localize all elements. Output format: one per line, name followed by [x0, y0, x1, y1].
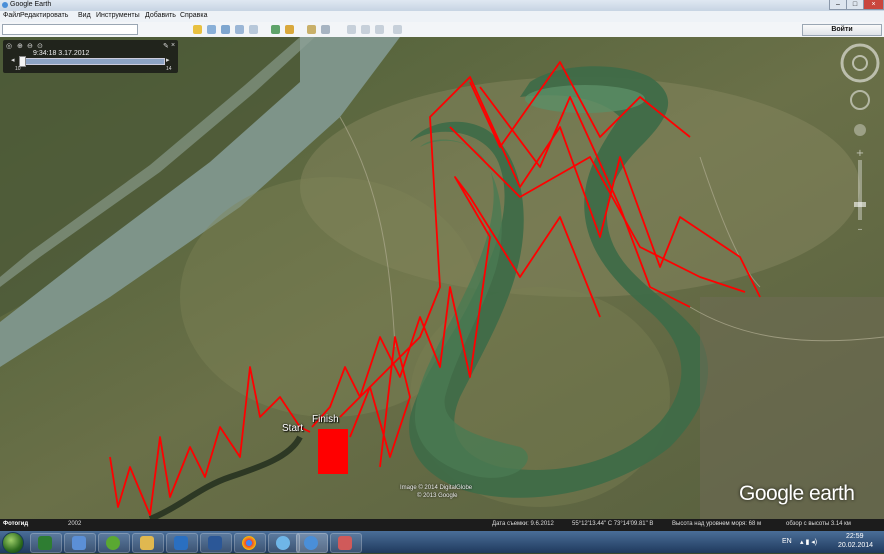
maximize-button[interactable]: □: [846, 0, 864, 10]
tray-icons[interactable]: ▴ ▮ ◂): [800, 538, 817, 546]
planet-icon[interactable]: [307, 25, 316, 34]
imagery-date: Дата съемки: 9.6.2012: [492, 521, 554, 527]
clock-time[interactable]: 22:59: [846, 533, 864, 540]
taskbar-word[interactable]: [200, 533, 232, 553]
elevation: Высота над уровнем моря: 68 м: [672, 521, 762, 527]
menu-add[interactable]: Добавить: [145, 12, 176, 19]
gps-track: [109, 61, 761, 516]
taskbar: EN ▴ ▮ ◂) 22:59 20.02.2014: [0, 531, 884, 554]
app-icon: [72, 536, 86, 550]
maps-icon[interactable]: [393, 25, 402, 34]
slider-tick-left: 10: [15, 66, 21, 72]
finish-label[interactable]: Finish: [312, 414, 339, 425]
window-title: Google Earth: [10, 1, 52, 8]
gps-track-path: [109, 61, 761, 516]
status-bar: Фотогид 2002 Дата съемки: 9.6.2012 55°12…: [0, 519, 884, 531]
start-finish-cluster: [318, 429, 348, 474]
close-panel-icon[interactable]: ×: [171, 42, 175, 49]
itunes-icon: [276, 536, 290, 550]
word-icon: [208, 536, 222, 550]
chrome-icon: [242, 536, 256, 550]
google-earth-logo: Google earth: [739, 482, 855, 505]
taskbar-utorrent[interactable]: [98, 533, 130, 553]
tour-timestamp: 9:34:18 3.17.2012: [33, 50, 90, 57]
title-bar: Google Earth – □ ×: [0, 0, 884, 11]
search-input[interactable]: [2, 24, 138, 35]
zoom-minus-icon[interactable]: –: [858, 224, 863, 235]
globe-icon[interactable]: ◎: [6, 42, 12, 50]
menu-edit[interactable]: Редактировать: [20, 12, 68, 19]
app-icon: [38, 536, 52, 550]
save-image-icon[interactable]: [375, 25, 384, 34]
zoom-plus-icon[interactable]: +: [856, 148, 864, 159]
print-icon[interactable]: [361, 25, 370, 34]
add-polygon-icon[interactable]: [207, 25, 216, 34]
street-view-icon[interactable]: [854, 124, 866, 136]
step-back-icon[interactable]: ◂: [11, 56, 15, 64]
menu-help[interactable]: Справка: [180, 12, 207, 19]
menu-tools[interactable]: Инструменты: [96, 12, 140, 19]
eye-altitude: обзор с высоты 3.14 км: [786, 521, 851, 527]
google-earth-icon: [2, 2, 8, 8]
photo-guide-label[interactable]: Фотогид: [3, 521, 28, 527]
clock-icon[interactable]: ⊙: [37, 42, 43, 50]
slider-tick-right: 14: [166, 66, 172, 72]
minimize-button[interactable]: –: [829, 0, 847, 10]
add-overlay-icon[interactable]: [235, 25, 244, 34]
play-icon[interactable]: ▸: [166, 56, 170, 64]
start-button[interactable]: [2, 532, 24, 554]
time-slider-panel: ◎ ⊕ ⊖ ⊙ ✎ × 9:34:18 3.17.2012 ◂ ▸ 10 14: [3, 40, 178, 73]
record-tour-icon[interactable]: [249, 25, 258, 34]
clock-date[interactable]: 20.02.2014: [838, 542, 873, 549]
utorrent-icon: [106, 536, 120, 550]
language-indicator[interactable]: EN: [782, 538, 792, 545]
taskbar-google-earth[interactable]: [296, 533, 328, 553]
sunlight-icon[interactable]: [285, 25, 294, 34]
historical-imagery-icon[interactable]: [271, 25, 280, 34]
taskbar-app-5[interactable]: [166, 533, 198, 553]
taskbar-app-2[interactable]: [64, 533, 96, 553]
taskbar-app-10[interactable]: [330, 533, 362, 553]
app-icon: [174, 536, 188, 550]
folder-icon: [140, 536, 154, 550]
settings-icon[interactable]: ✎: [163, 42, 169, 50]
add-placemark-icon[interactable]: [193, 25, 202, 34]
sign-in-button[interactable]: Войти: [802, 24, 882, 36]
taskbar-chrome[interactable]: [234, 533, 266, 553]
zoom-out-icon[interactable]: ⊖: [27, 42, 33, 50]
time-slider[interactable]: [19, 58, 165, 65]
zoom-in-icon[interactable]: ⊕: [17, 42, 23, 50]
zoom-slider-handle[interactable]: [854, 202, 866, 207]
google-credit: © 2013 Google: [417, 493, 458, 499]
compass-ring-icon[interactable]: [840, 43, 880, 83]
google-earth-icon: [304, 536, 318, 550]
menu-file[interactable]: Файл: [3, 12, 20, 19]
ruler-icon[interactable]: [321, 25, 330, 34]
navigation-control[interactable]: + –: [839, 42, 881, 272]
add-path-icon[interactable]: [221, 25, 230, 34]
toolbar: Войти: [0, 22, 884, 38]
map-view[interactable]: Start Finish Image © 2014 DigitalGlobe ©…: [0, 37, 884, 519]
coordinates: 55°12'13.44" С 73°14'09.81" В: [572, 521, 654, 527]
move-joystick-icon[interactable]: [850, 90, 870, 110]
menu-view[interactable]: Вид: [78, 12, 91, 19]
email-icon[interactable]: [347, 25, 356, 34]
start-label[interactable]: Start: [282, 423, 303, 434]
historical-year-label: 2002: [68, 521, 82, 527]
look-joystick-icon[interactable]: [852, 55, 868, 71]
close-button[interactable]: ×: [863, 0, 884, 10]
taskbar-app-1[interactable]: [30, 533, 62, 553]
app-icon: [338, 536, 352, 550]
zoom-slider[interactable]: [858, 160, 862, 220]
taskbar-explorer[interactable]: [132, 533, 164, 553]
imagery-credit: Image © 2014 DigitalGlobe: [400, 485, 473, 491]
